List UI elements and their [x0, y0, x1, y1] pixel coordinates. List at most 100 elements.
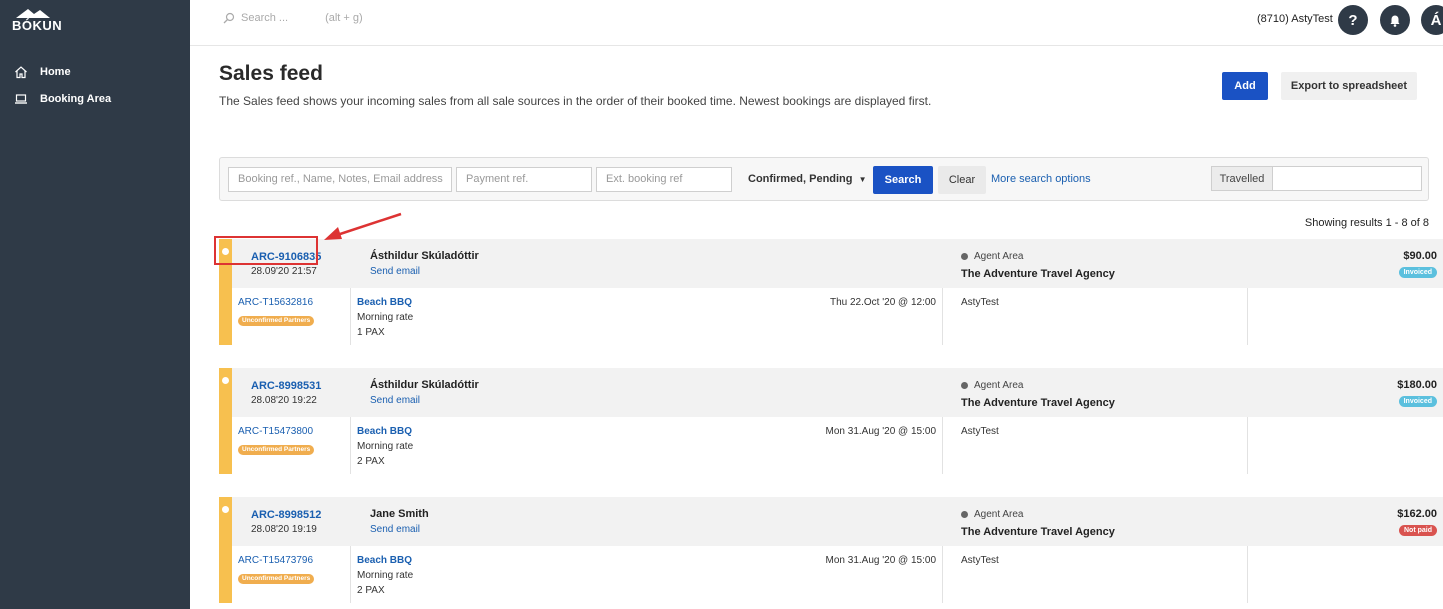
booking-date: 28.09'20 21:57	[251, 266, 317, 277]
pax-count: 1 PAX	[357, 327, 385, 338]
booking-price: $162.00	[1397, 508, 1437, 520]
sales-channel: Agent Area	[961, 251, 1023, 262]
divider	[350, 417, 351, 474]
notifications-button[interactable]	[1380, 5, 1410, 35]
seller-name: AstyTest	[961, 297, 999, 308]
divider	[1247, 417, 1248, 474]
send-email-link[interactable]: Send email	[370, 266, 420, 277]
search-placeholder[interactable]: Search ...	[241, 12, 288, 24]
agency-name: The Adventure Travel Agency	[961, 397, 1115, 409]
channel-dot-icon	[961, 511, 968, 518]
status-dot	[222, 377, 229, 384]
divider	[350, 288, 351, 345]
sidebar-item-label: Home	[40, 65, 71, 78]
filter-bar: Booking ref., Name, Notes, Email address…	[219, 157, 1429, 201]
channel-dot-icon	[961, 382, 968, 389]
booking-card: ARC-9106835 28.09'20 21:57 Ásthildur Skú…	[219, 239, 1443, 345]
status-dropdown[interactable]: Confirmed, Pending ▼	[748, 173, 866, 185]
page-title: Sales feed	[219, 62, 323, 85]
customer-name: Ásthildur Skúladóttir	[370, 379, 479, 391]
activity-datetime: Thu 22.Oct '20 @ 12:00	[829, 297, 936, 308]
activity-datetime: Mon 31.Aug '20 @ 15:00	[825, 555, 936, 566]
ext-booking-ref-input[interactable]: Ext. booking ref	[596, 167, 732, 192]
payment-status-badge: Invoiced	[1398, 267, 1437, 278]
top-bar: Search ... (alt + g) (8710) AstyTest ? Á	[190, 0, 1443, 46]
add-button[interactable]: Add	[1222, 72, 1268, 100]
avatar: Á	[1430, 11, 1442, 29]
export-spreadsheet-button[interactable]: Export to spreadsheet	[1281, 72, 1417, 100]
channel-label: Agent Area	[974, 509, 1024, 520]
channel-label: Agent Area	[974, 251, 1024, 262]
annotation-arrow-icon	[324, 212, 402, 240]
send-email-link[interactable]: Send email	[370, 395, 420, 406]
send-email-link[interactable]: Send email	[370, 524, 420, 535]
booking-date: 28.08'20 19:22	[251, 395, 317, 406]
more-search-options-link[interactable]: More search options	[991, 173, 1091, 185]
booking-product-row: ARC-T15473796 Unconfirmed Partners Beach…	[232, 546, 1443, 603]
booking-ref-input[interactable]: Booking ref., Name, Notes, Email address	[228, 167, 452, 192]
status-dot	[222, 506, 229, 513]
booking-header: ARC-8998512 28.08'20 19:19 Jane Smith Se…	[232, 497, 1443, 546]
channel-dot-icon	[961, 253, 968, 260]
divider	[350, 546, 351, 603]
partner-status-badge: Unconfirmed Partners	[238, 445, 315, 455]
booking-price: $90.00	[1403, 250, 1437, 262]
sales-channel: Agent Area	[961, 380, 1023, 391]
agency-name: The Adventure Travel Agency	[961, 526, 1115, 538]
sidebar-item-booking-area[interactable]: Booking Area	[0, 85, 190, 112]
page-description: The Sales feed shows your incoming sales…	[219, 94, 932, 108]
booking-date: 28.08'20 19:19	[251, 524, 317, 535]
sidebar-item-home[interactable]: Home	[0, 58, 190, 85]
channel-label: Agent Area	[974, 380, 1024, 391]
product-rate: Morning rate	[357, 570, 414, 581]
user-avatar-button[interactable]: Á	[1421, 5, 1443, 35]
laptop-icon	[13, 91, 29, 107]
travelled-date-input[interactable]	[1272, 166, 1422, 191]
product-link[interactable]: Beach BBQ	[357, 426, 412, 437]
payment-status-badge: Invoiced	[1398, 396, 1437, 407]
mountain-icon	[16, 9, 50, 18]
customer-name: Ásthildur Skúladóttir	[370, 250, 479, 262]
bell-icon	[1390, 15, 1400, 27]
activity-datetime: Mon 31.Aug '20 @ 15:00	[825, 426, 936, 437]
seller-name: AstyTest	[961, 426, 999, 437]
product-booking-ref-link[interactable]: ARC-T15473796	[238, 555, 313, 566]
product-booking-ref-link[interactable]: ARC-T15473800	[238, 426, 313, 437]
status-dropdown-label: Confirmed, Pending	[748, 173, 853, 185]
help-button[interactable]: ?	[1338, 5, 1368, 35]
sales-channel: Agent Area	[961, 509, 1023, 520]
help-icon: ?	[1348, 11, 1358, 29]
sidebar-item-label: Booking Area	[40, 92, 112, 105]
payment-status-badge: Not paid	[1399, 525, 1437, 536]
travelled-filter-label[interactable]: Travelled	[1211, 166, 1273, 191]
booking-price: $180.00	[1397, 379, 1437, 391]
sidebar-nav: Home Booking Area	[0, 58, 190, 112]
status-bar	[219, 497, 232, 603]
payment-ref-input[interactable]: Payment ref.	[456, 167, 592, 192]
annotation-highlight-box	[214, 236, 318, 265]
divider	[942, 546, 943, 603]
brand-logo[interactable]: BÓKUN	[12, 8, 82, 34]
clear-button[interactable]: Clear	[938, 166, 986, 194]
search-button[interactable]: Search	[873, 166, 933, 194]
search-shortcut: (alt + g)	[325, 12, 363, 24]
customer-name: Jane Smith	[370, 508, 429, 520]
divider	[942, 288, 943, 345]
divider	[1247, 288, 1248, 345]
brand-name: BÓKUN	[12, 18, 63, 33]
booking-ref-link[interactable]: ARC-8998531	[251, 380, 321, 392]
product-rate: Morning rate	[357, 312, 414, 323]
product-rate: Morning rate	[357, 441, 414, 452]
global-search[interactable]: Search ... (alt + g)	[223, 12, 363, 24]
user-account-label[interactable]: (8710) AstyTest	[1257, 13, 1333, 25]
booking-product-row: ARC-T15473800 Unconfirmed Partners Beach…	[232, 417, 1443, 474]
product-booking-ref-link[interactable]: ARC-T15632816	[238, 297, 313, 308]
sidebar: BÓKUN Home Booking Area	[0, 0, 190, 609]
booking-ref-link[interactable]: ARC-8998512	[251, 509, 321, 521]
product-link[interactable]: Beach BBQ	[357, 555, 412, 566]
booking-card: ARC-8998512 28.08'20 19:19 Jane Smith Se…	[219, 497, 1443, 603]
home-icon	[13, 64, 29, 80]
booking-product-row: ARC-T15632816 Unconfirmed Partners Beach…	[232, 288, 1443, 345]
divider	[1247, 546, 1248, 603]
product-link[interactable]: Beach BBQ	[357, 297, 412, 308]
